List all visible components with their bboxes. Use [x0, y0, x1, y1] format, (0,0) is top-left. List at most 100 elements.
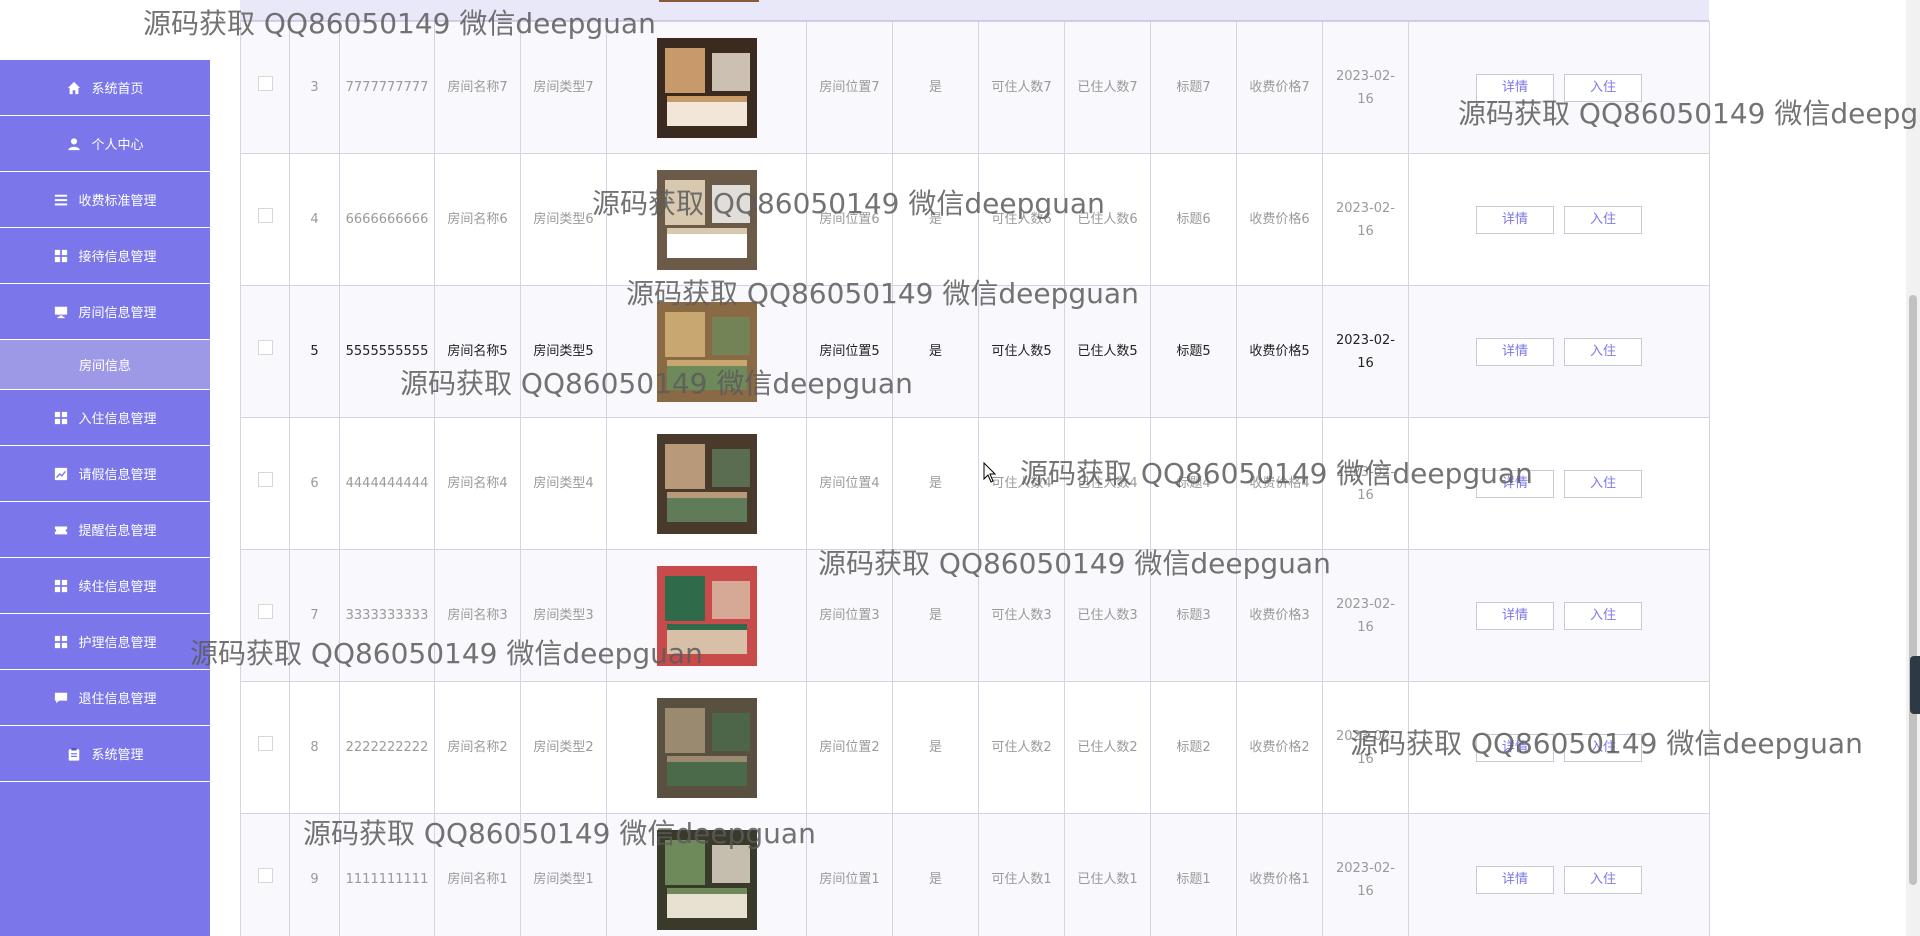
room-price: 收费价格7 — [1236, 21, 1323, 154]
room-flag: 是 — [892, 681, 979, 814]
room-occupied: 已住人数6 — [1064, 153, 1151, 286]
row-checkbox[interactable] — [257, 340, 273, 355]
room-location: 房间位置4 — [806, 417, 893, 550]
row-select-cell — [240, 681, 290, 814]
room-photo-cell — [606, 681, 807, 814]
table-row: 3 7777777777 房间名称7 房间类型7 房间位置7 是可住人数7 已住人数7 标题7… — [240, 21, 1710, 154]
detail-button[interactable]: 详情 — [1476, 205, 1554, 234]
side-handle[interactable] — [1910, 656, 1920, 714]
sidebar-item-rooms[interactable]: 房间信息管理 — [0, 284, 210, 340]
sidebar-item-nursing[interactable]: 护理信息管理 — [0, 614, 210, 670]
checkin-button[interactable]: 入住 — [1564, 733, 1642, 762]
room-photo — [656, 301, 757, 402]
row-checkbox[interactable] — [257, 208, 273, 223]
checkin-button[interactable]: 入住 — [1564, 865, 1642, 894]
room-type: 房间类型6 — [520, 153, 607, 286]
table-row: 9 1111111111 房间名称1 房间类型1 房间位置1 是可住人数1 已住人数1 标题1… — [240, 813, 1710, 936]
room-location: 房间位置3 — [806, 549, 893, 682]
sidebar-item-label: 系统管理 — [91, 748, 144, 763]
room-price: 收费价格2 — [1236, 681, 1323, 814]
room-date: 2023-02-16 — [1322, 681, 1409, 814]
room-number: 3333333333 — [339, 549, 435, 682]
row-actions: 详情 入住 — [1408, 285, 1710, 418]
row-checkbox[interactable] — [257, 736, 273, 751]
row-select-cell — [240, 549, 290, 682]
room-photo — [656, 565, 757, 666]
room-title: 标题1 — [1150, 813, 1237, 936]
sidebar-subitem-room-info[interactable]: 房间信息 — [0, 340, 210, 390]
room-location: 房间位置5 — [806, 285, 893, 418]
room-location: 房间位置2 — [806, 681, 893, 814]
sidebar-item-checkout[interactable]: 退住信息管理 — [0, 670, 210, 726]
sidebar-item-label: 入住信息管理 — [78, 412, 157, 427]
detail-button[interactable]: 详情 — [1476, 73, 1554, 102]
detail-button[interactable]: 详情 — [1476, 337, 1554, 366]
room-name: 房间名称2 — [434, 681, 521, 814]
row-checkbox[interactable] — [257, 76, 273, 91]
detail-button[interactable]: 详情 — [1476, 601, 1554, 630]
room-capacity: 可住人数5 — [978, 285, 1065, 418]
grid-icon — [53, 578, 69, 594]
sidebar-item-label: 收费标准管理 — [78, 194, 157, 209]
room-flag: 是 — [892, 285, 979, 418]
room-name: 房间名称5 — [434, 285, 521, 418]
sidebar-subitem-label: 房间信息 — [78, 359, 131, 374]
room-table-container: 3 7777777777 房间名称7 房间类型7 房间位置7 是可住人数7 已住人数7 标题7… — [240, 0, 1710, 936]
row-checkbox[interactable] — [257, 868, 273, 883]
detail-button[interactable]: 详情 — [1476, 865, 1554, 894]
table-row: 5 5555555555 房间名称5 房间类型5 房间位置5 是可住人数5 已住人数5 标题5… — [240, 285, 1710, 418]
room-photo — [656, 433, 757, 534]
room-capacity: 可住人数7 — [978, 21, 1065, 154]
row-select-cell — [240, 417, 290, 550]
row-index: 3 — [289, 21, 340, 154]
sidebar-item-profile[interactable]: 个人中心 — [0, 116, 210, 172]
row-index: 7 — [289, 549, 340, 682]
sidebar-item-reminder[interactable]: 提醒信息管理 — [0, 502, 210, 558]
room-occupied: 已住人数2 — [1064, 681, 1151, 814]
room-price: 收费价格3 — [1236, 549, 1323, 682]
room-photo — [656, 37, 757, 138]
detail-button[interactable]: 详情 — [1476, 469, 1554, 498]
row-index: 6 — [289, 417, 340, 550]
table-row: 8 2222222222 房间名称2 房间类型2 房间位置2 是可住人数2 已住人数2 标题2… — [240, 681, 1710, 814]
row-index: 4 — [289, 153, 340, 286]
sidebar-item-leave[interactable]: 请假信息管理 — [0, 446, 210, 502]
row-actions: 详情 入住 — [1408, 813, 1710, 936]
sidebar-item-home[interactable]: 系统首页 — [0, 60, 210, 116]
checkin-button[interactable]: 入住 — [1564, 73, 1642, 102]
row-actions: 详情 入住 — [1408, 153, 1710, 286]
room-table: 3 7777777777 房间名称7 房间类型7 房间位置7 是可住人数7 已住人数7 标题7… — [240, 21, 1710, 936]
room-photo — [656, 829, 757, 930]
table-row: 4 6666666666 房间名称6 房间类型6 房间位置6 是可住人数6 已住人数6 标题6… — [240, 153, 1710, 286]
scrollbar-thumb[interactable] — [1909, 295, 1917, 885]
room-date: 2023-02-16 — [1322, 549, 1409, 682]
sidebar-item-label: 护理信息管理 — [78, 636, 157, 651]
row-checkbox[interactable] — [257, 472, 273, 487]
room-photo-cell — [606, 21, 807, 154]
checkin-button[interactable]: 入住 — [1564, 601, 1642, 630]
sidebar-item-extend[interactable]: 续住信息管理 — [0, 558, 210, 614]
sidebar: 系统首页 个人中心 收费标准管理 接待信息管理 房间信息管理 房间信息 入住信息… — [0, 60, 210, 936]
room-location: 房间位置6 — [806, 153, 893, 286]
room-title: 标题4 — [1150, 417, 1237, 550]
sidebar-item-reception[interactable]: 接待信息管理 — [0, 228, 210, 284]
room-capacity: 可住人数3 — [978, 549, 1065, 682]
room-type: 房间类型3 — [520, 549, 607, 682]
checkin-button[interactable]: 入住 — [1564, 469, 1642, 498]
sidebar-item-label: 续住信息管理 — [78, 580, 157, 595]
sidebar-item-checkin[interactable]: 入住信息管理 — [0, 390, 210, 446]
room-occupied: 已住人数5 — [1064, 285, 1151, 418]
room-number: 7777777777 — [339, 21, 435, 154]
room-price: 收费价格1 — [1236, 813, 1323, 936]
mouse-cursor-icon — [983, 462, 997, 483]
room-price: 收费价格6 — [1236, 153, 1323, 286]
row-checkbox[interactable] — [257, 604, 273, 619]
room-type: 房间类型7 — [520, 21, 607, 154]
sidebar-item-system[interactable]: 系统管理 — [0, 726, 210, 782]
detail-button[interactable]: 详情 — [1476, 733, 1554, 762]
checkin-button[interactable]: 入住 — [1564, 205, 1642, 234]
sidebar-item-fees[interactable]: 收费标准管理 — [0, 172, 210, 228]
sidebar-item-label: 房间信息管理 — [78, 306, 157, 321]
checkin-button[interactable]: 入住 — [1564, 337, 1642, 366]
room-number: 6666666666 — [339, 153, 435, 286]
